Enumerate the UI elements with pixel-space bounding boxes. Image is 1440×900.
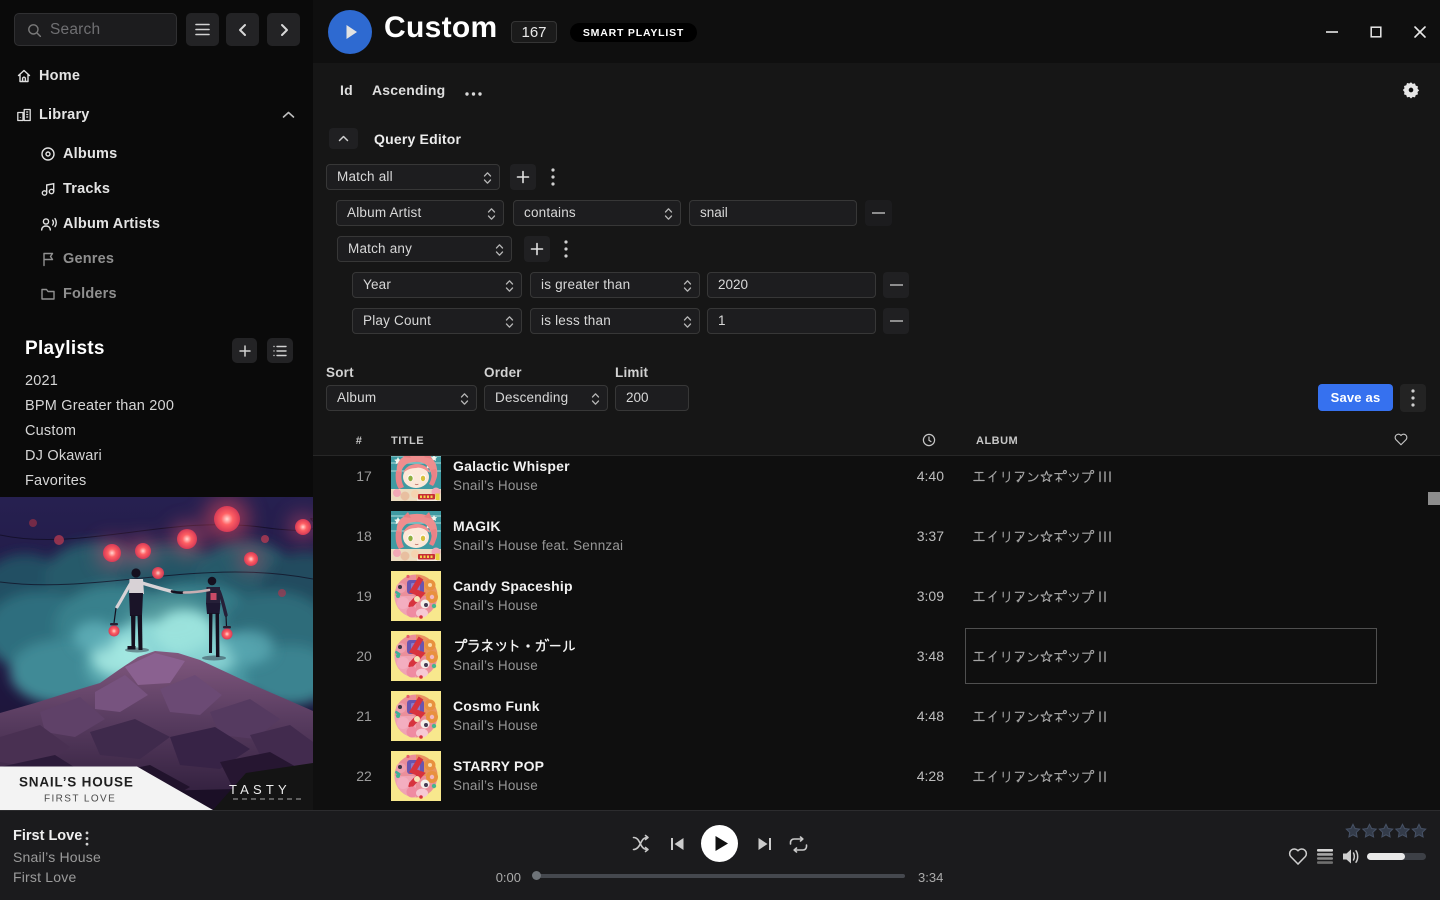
svg-text:TASTY: TASTY bbox=[229, 782, 291, 797]
svg-text:SNAIL’S HOUSE: SNAIL’S HOUSE bbox=[19, 775, 134, 790]
svg-text:FIRST LOVE: FIRST LOVE bbox=[44, 794, 116, 805]
